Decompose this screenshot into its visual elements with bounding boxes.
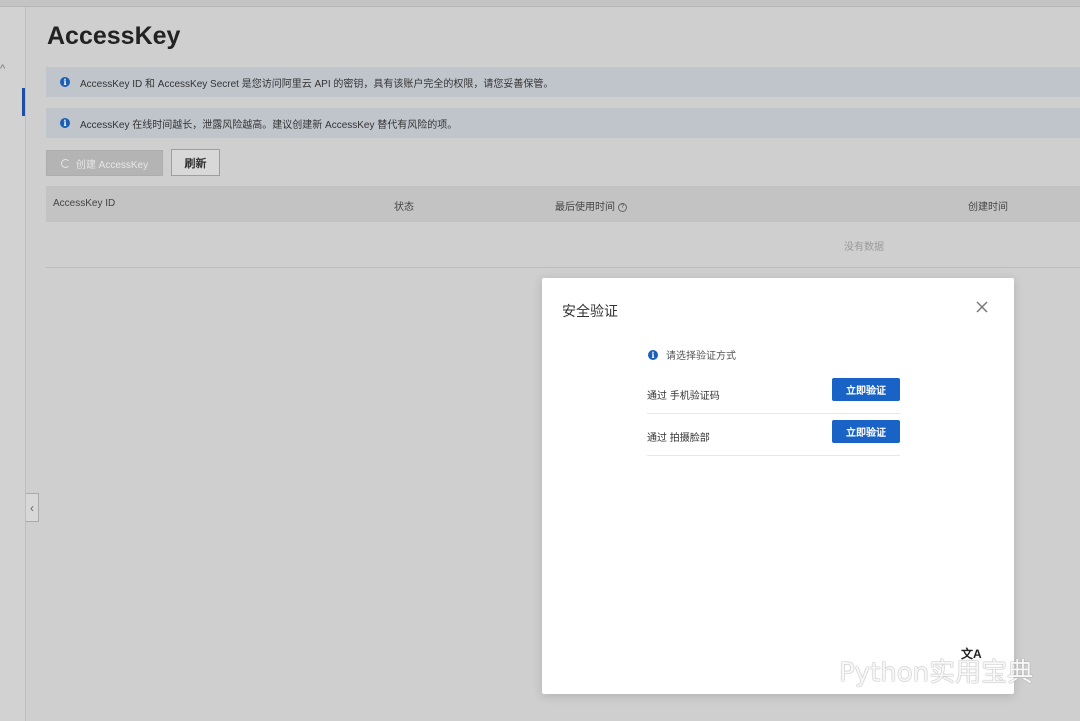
- wechat-logo-icon: [796, 657, 831, 684]
- notice-text: AccessKey 在线时间越长，泄露风险越高。建议创建新 AccessKey …: [80, 119, 458, 131]
- info-icon: i: [648, 349, 658, 360]
- help-icon[interactable]: ?: [618, 202, 627, 212]
- column-status: 状态: [394, 202, 414, 213]
- column-last-used-label: 最后使用时间: [555, 202, 615, 213]
- watermark-text: Python实用宝典: [839, 658, 1034, 688]
- verification-hint: i 请选择验证方式: [648, 347, 736, 362]
- chevron-left-icon: ‹: [30, 500, 34, 515]
- verify-method-face: 通过 拍摄脸部 立即验证: [647, 413, 900, 456]
- info-icon: i: [60, 77, 70, 87]
- verification-hint-text: 请选择验证方式: [666, 351, 736, 362]
- loading-spinner-icon: [60, 158, 70, 168]
- verify-face-button[interactable]: 立即验证: [832, 420, 900, 443]
- dialog-title: 安全验证: [562, 303, 618, 319]
- sidebar-toggle-button[interactable]: ‹: [26, 493, 39, 522]
- notice-secret-warning: i AccessKey ID 和 AccessKey Secret 是您访问阿里…: [46, 67, 1080, 97]
- verify-sms-button[interactable]: 立即验证: [832, 378, 900, 401]
- column-created-time: 创建时间: [968, 202, 1008, 213]
- table-header: AccessKey ID 状态 最后使用时间? 创建时间: [46, 186, 1080, 222]
- top-bar: [0, 0, 1080, 7]
- security-verification-dialog: 安全验证 i 请选择验证方式 通过 手机验证码 立即验证 通过 拍摄脸部 立即验…: [542, 278, 1014, 694]
- sidebar: ^: [0, 7, 26, 721]
- verify-method-label: 通过 拍摄脸部: [647, 433, 710, 444]
- create-accesskey-button[interactable]: 创建 AccessKey: [46, 150, 163, 176]
- sidebar-active-indicator[interactable]: [22, 88, 25, 116]
- page-title: AccessKey: [47, 22, 181, 50]
- close-icon[interactable]: [974, 299, 990, 315]
- verify-method-sms: 通过 手机验证码 立即验证: [647, 371, 900, 414]
- info-icon: i: [60, 118, 70, 128]
- column-last-used: 最后使用时间?: [555, 198, 627, 213]
- table-empty-row: 没有数据: [46, 222, 1080, 268]
- empty-state-text: 没有数据: [844, 242, 884, 253]
- refresh-button[interactable]: 刷新: [171, 149, 220, 176]
- notice-risk-warning: i AccessKey 在线时间越长，泄露风险越高。建议创建新 AccessKe…: [46, 108, 1080, 138]
- notice-text: AccessKey ID 和 AccessKey Secret 是您访问阿里云 …: [80, 78, 554, 90]
- chevron-up-icon[interactable]: ^: [0, 63, 5, 75]
- create-accesskey-label: 创建 AccessKey: [75, 159, 149, 171]
- watermark: Python实用宝典: [795, 652, 1033, 689]
- verify-method-label: 通过 手机验证码: [647, 391, 720, 402]
- column-accesskey-id: AccessKey ID: [53, 198, 116, 209]
